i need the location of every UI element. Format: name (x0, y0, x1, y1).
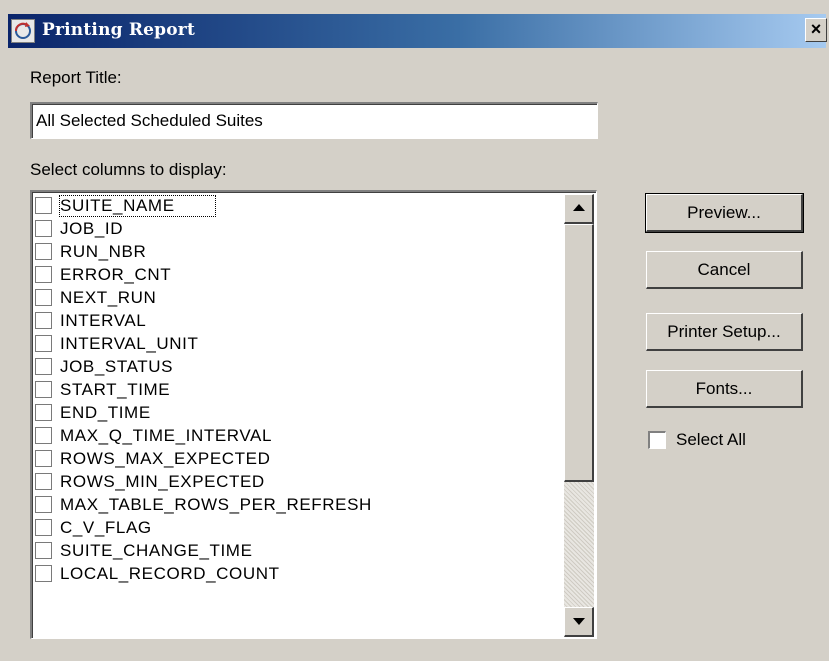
column-checkbox[interactable] (35, 565, 52, 582)
column-label: SUITE_CHANGE_TIME (60, 540, 253, 560)
column-label: LOCAL_RECORD_COUNT (60, 563, 280, 583)
column-list-item[interactable]: INTERVAL (35, 309, 565, 332)
column-checkbox[interactable] (35, 473, 52, 490)
select-all-label: Select All (676, 430, 746, 449)
column-label: JOB_STATUS (60, 356, 174, 376)
column-label: ROWS_MIN_EXPECTED (60, 471, 265, 491)
column-list-item[interactable]: INTERVAL_UNIT (35, 332, 565, 355)
column-checkbox[interactable] (35, 243, 52, 260)
vertical-scrollbar[interactable] (564, 194, 594, 637)
column-label: JOB_ID (60, 218, 124, 238)
column-list-item[interactable]: JOB_STATUS (35, 355, 565, 378)
printer-setup-button[interactable]: Printer Setup... (646, 313, 803, 351)
checkbox-box[interactable] (648, 431, 666, 449)
column-label: ROWS_MAX_EXPECTED (60, 448, 271, 468)
column-list-item[interactable]: ERROR_CNT (35, 263, 565, 286)
column-list-item[interactable]: MAX_Q_TIME_INTERVAL (35, 424, 565, 447)
close-icon: × (810, 19, 822, 39)
column-list-item[interactable]: JOB_ID (35, 217, 565, 240)
close-button[interactable]: × (805, 18, 827, 42)
column-label: MAX_Q_TIME_INTERVAL (60, 425, 272, 445)
scroll-up-button[interactable] (564, 194, 594, 224)
printing-report-dialog: Printing Report × Report Title: All Sele… (0, 0, 829, 661)
column-checkbox[interactable] (35, 450, 52, 467)
column-checkbox[interactable] (35, 220, 52, 237)
column-checkbox[interactable] (35, 542, 52, 559)
column-list-item[interactable]: ROWS_MIN_EXPECTED (35, 470, 565, 493)
report-title-input[interactable]: All Selected Scheduled Suites (30, 102, 598, 139)
arrow-up-icon (573, 204, 585, 211)
report-title-label: Report Title: (30, 68, 122, 87)
columns-list: SUITE_NAME JOB_ID RUN_NBR ERROR_CNT NEXT_RUN… (35, 194, 565, 585)
column-label: INTERVAL (60, 310, 147, 330)
select-all-checkbox[interactable]: Select All (648, 430, 746, 450)
preview-button[interactable]: Preview... (645, 193, 804, 233)
column-label: START_TIME (60, 379, 171, 399)
column-checkbox[interactable] (35, 404, 52, 421)
column-checkbox[interactable] (35, 381, 52, 398)
scroll-thumb[interactable] (564, 224, 594, 482)
column-checkbox[interactable] (35, 197, 52, 214)
arrow-down-icon (573, 618, 585, 625)
column-list-item[interactable]: SUITE_NAME (35, 194, 565, 217)
scroll-down-button[interactable] (564, 607, 594, 637)
column-list-item[interactable]: SUITE_CHANGE_TIME (35, 539, 565, 562)
column-label: RUN_NBR (60, 241, 147, 261)
column-checkbox[interactable] (35, 335, 52, 352)
column-checkbox[interactable] (35, 266, 52, 283)
column-checkbox[interactable] (35, 519, 52, 536)
title-bar: Printing Report (8, 14, 826, 48)
column-list-item[interactable]: RUN_NBR (35, 240, 565, 263)
app-icon (11, 19, 35, 43)
columns-listbox[interactable]: SUITE_NAME JOB_ID RUN_NBR ERROR_CNT NEXT_RUN… (30, 190, 597, 639)
cancel-button[interactable]: Cancel (646, 251, 803, 289)
column-list-item[interactable]: START_TIME (35, 378, 565, 401)
window-title: Printing Report (42, 20, 196, 40)
column-checkbox[interactable] (35, 496, 52, 513)
column-checkbox[interactable] (35, 358, 52, 375)
column-list-item[interactable]: C_V_FLAG (35, 516, 565, 539)
column-checkbox[interactable] (35, 312, 52, 329)
column-label: NEXT_RUN (60, 287, 157, 307)
column-list-item[interactable]: NEXT_RUN (35, 286, 565, 309)
column-label: MAX_TABLE_ROWS_PER_REFRESH (60, 494, 372, 514)
column-checkbox[interactable] (35, 289, 52, 306)
columns-label: Select columns to display: (30, 160, 227, 179)
column-list-item[interactable]: ROWS_MAX_EXPECTED (35, 447, 565, 470)
column-list-item[interactable]: LOCAL_RECORD_COUNT (35, 562, 565, 585)
column-label: SUITE_NAME (59, 194, 216, 217)
column-label: INTERVAL_UNIT (60, 333, 199, 353)
column-label: END_TIME (60, 402, 151, 422)
column-checkbox[interactable] (35, 427, 52, 444)
column-label: ERROR_CNT (60, 264, 172, 284)
fonts-button[interactable]: Fonts... (646, 370, 803, 408)
column-list-item[interactable]: END_TIME (35, 401, 565, 424)
column-label: C_V_FLAG (60, 517, 152, 537)
column-list-item[interactable]: MAX_TABLE_ROWS_PER_REFRESH (35, 493, 565, 516)
